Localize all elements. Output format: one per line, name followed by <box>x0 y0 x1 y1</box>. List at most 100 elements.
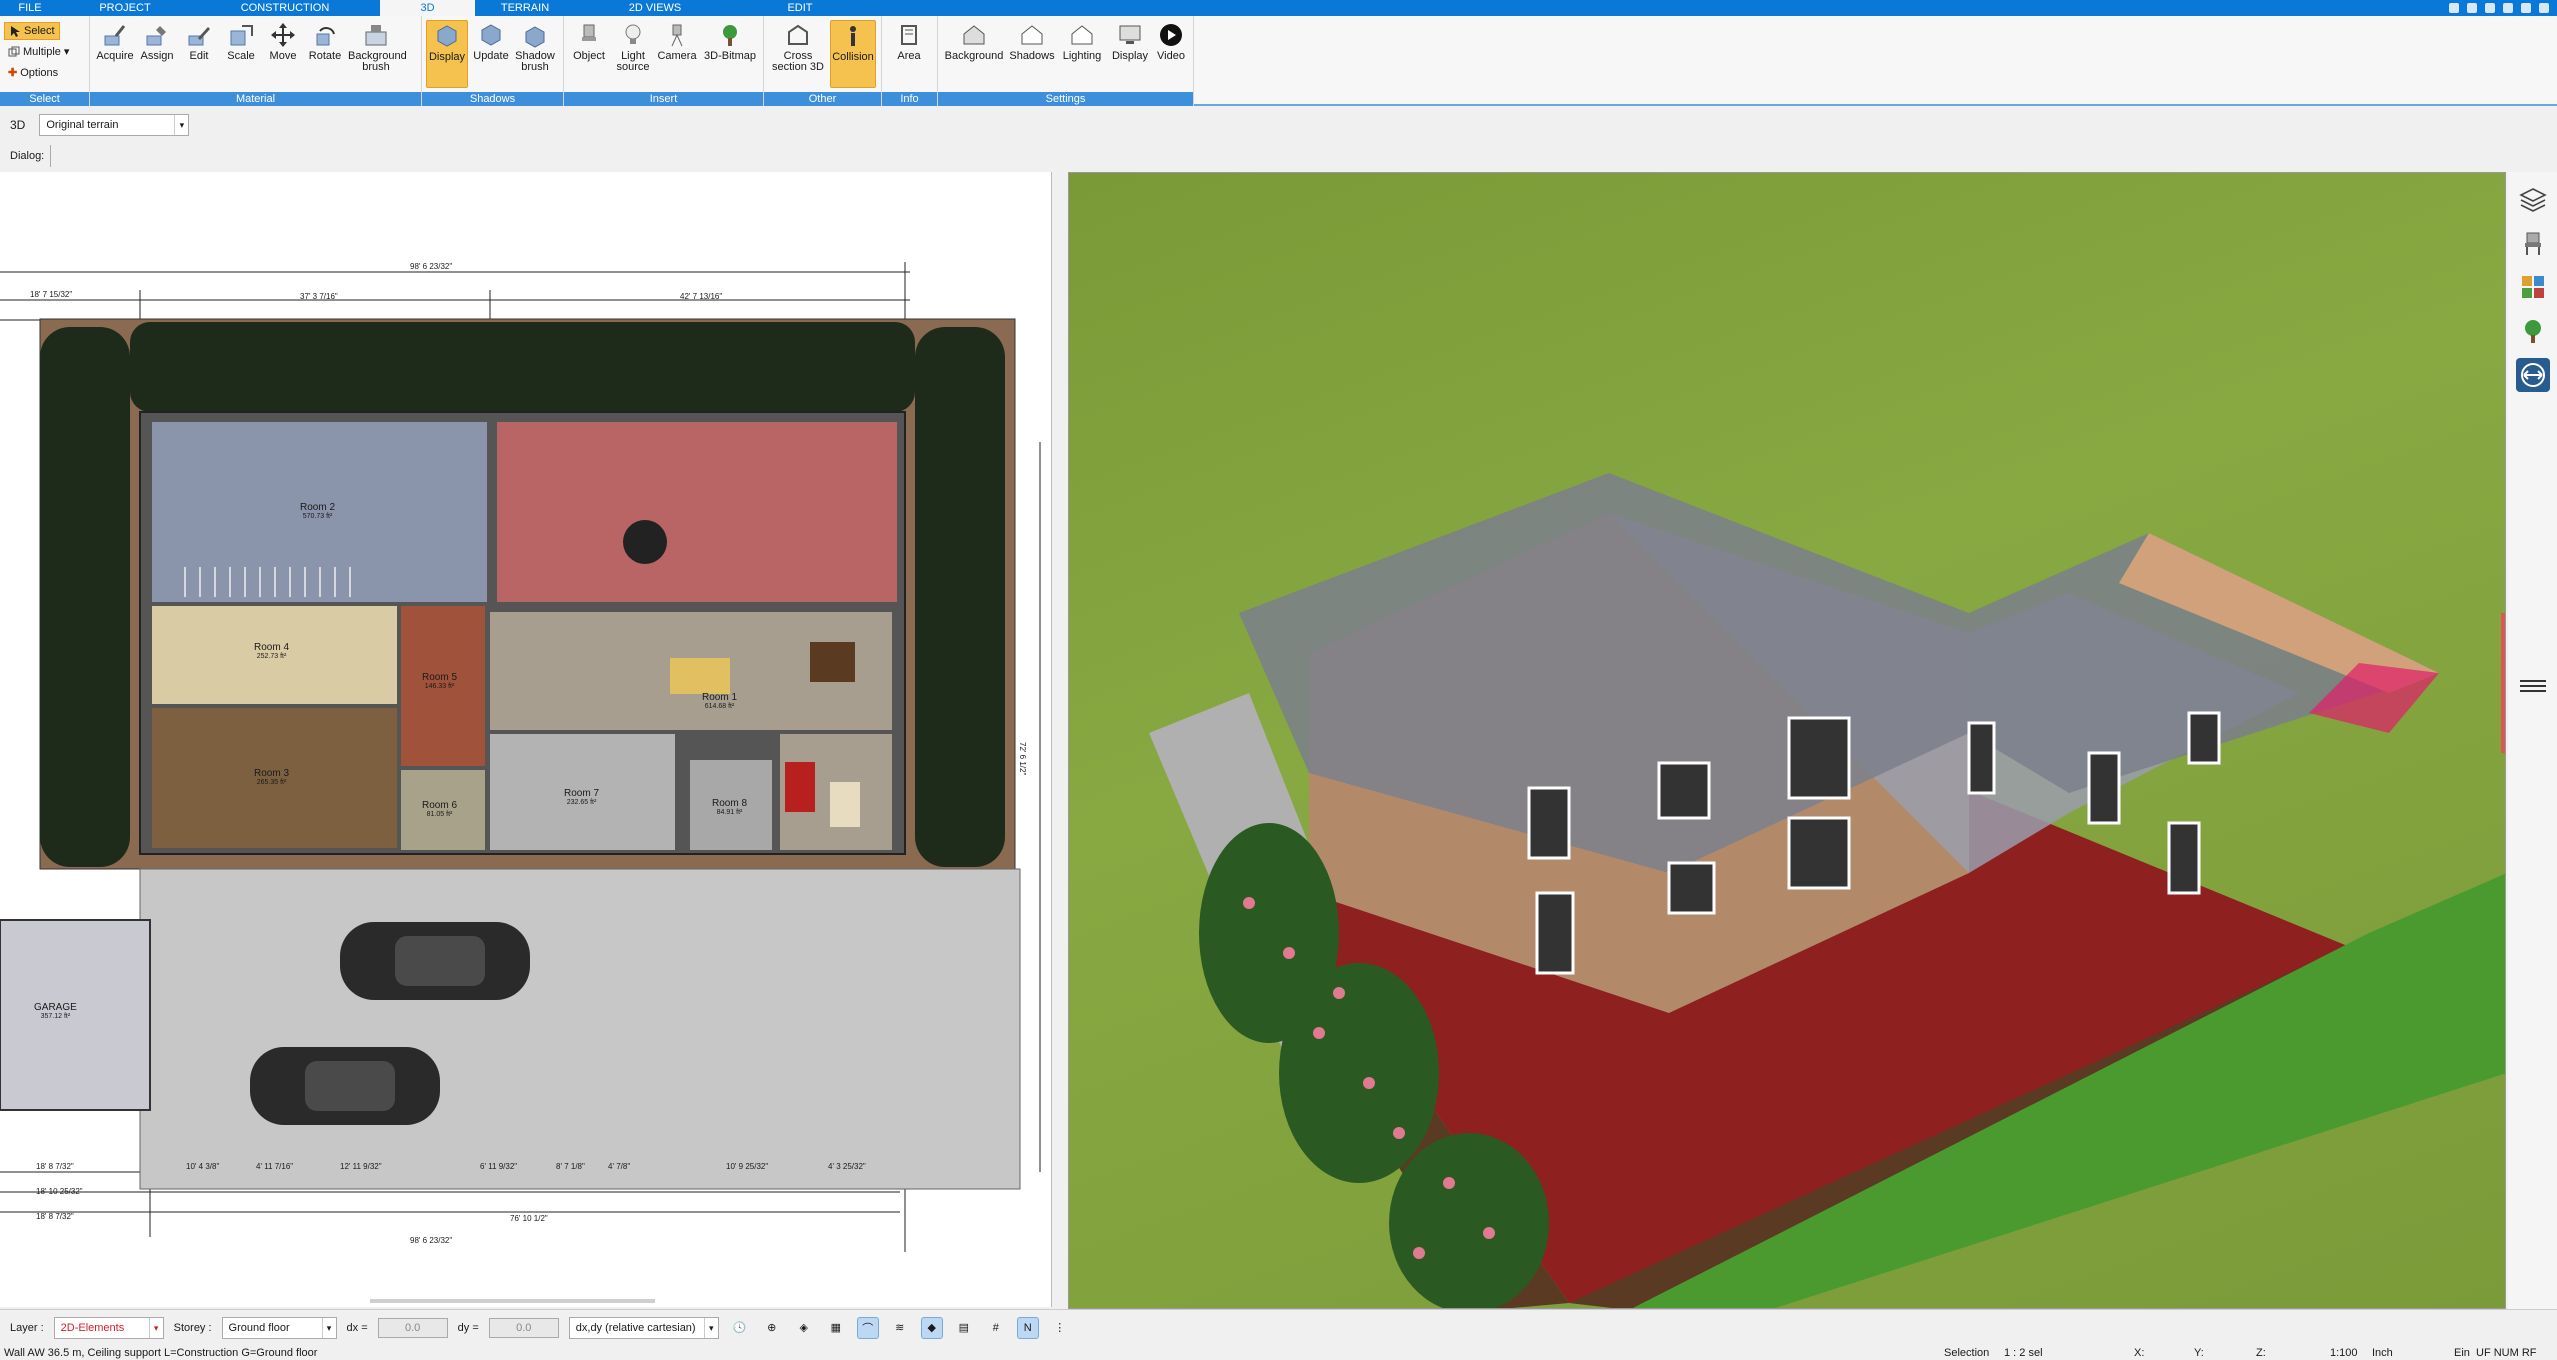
coord-mode-select[interactable]: dx,dy (relative cartesian) ▾ <box>568 1316 719 1339</box>
room-label-garage[interactable]: GARAGE 357.12 ft² <box>34 1002 77 1020</box>
object-label: Object <box>573 50 605 62</box>
video-button[interactable]: Video <box>1152 20 1190 88</box>
background-brush-button[interactable]: Background brush <box>348 20 407 88</box>
z-coord-label: Z: <box>2256 1347 2266 1359</box>
snap-icon[interactable]: ⊕ <box>761 1317 783 1339</box>
tab-file[interactable]: FILE <box>0 0 60 16</box>
terrain-select-value: Original terrain <box>46 119 119 131</box>
chair-icon[interactable] <box>2516 226 2550 260</box>
ortho-icon[interactable]: N <box>1016 1316 1039 1339</box>
materials-icon[interactable] <box>2516 270 2550 304</box>
collision-button[interactable]: Collision <box>830 20 876 88</box>
more-icon[interactable]: ⋮ <box>1049 1317 1071 1339</box>
room-area: 357.12 ft² <box>40 1013 71 1020</box>
tab-edit[interactable]: EDIT <box>735 0 865 16</box>
room-name: Room 2 <box>300 502 336 513</box>
clock-icon[interactable]: 🕓 <box>729 1317 751 1339</box>
room-label-room5[interactable]: Room 5 146.33 ft² <box>422 672 457 690</box>
acquire-button[interactable]: Acquire <box>94 20 136 88</box>
shadow-brush-button[interactable]: Shadow brush <box>514 20 556 88</box>
room-area: 614.68 ft² <box>704 703 735 710</box>
tools-icon[interactable] <box>2449 3 2459 13</box>
room-label-room3[interactable]: Room 3 265.35 ft² <box>254 768 289 786</box>
layers-toggle-icon[interactable]: ◆ <box>920 1316 943 1339</box>
wall-snap-icon[interactable]: ⌒ <box>856 1316 879 1339</box>
room-label-room1[interactable]: Room 1 614.68 ft² <box>702 692 737 710</box>
dim-bottom-seg4: 6' 11 9/32" <box>480 1162 518 1171</box>
floor-plan-view[interactable]: 98' 6 23/32" 18' 7 15/32" 37' 3 7/16" 42… <box>0 172 1052 1307</box>
shadow-update-button[interactable]: Update <box>470 20 512 88</box>
3d-view[interactable] <box>1068 172 2506 1309</box>
insert-camera-button[interactable]: Camera <box>656 20 698 88</box>
insert-object-button[interactable]: Object <box>568 20 610 88</box>
tree-icon <box>723 25 737 46</box>
close-icon[interactable] <box>2539 3 2549 13</box>
hatch-icon[interactable]: ≋ <box>889 1317 911 1339</box>
options-button[interactable]: ✚ Options <box>4 64 62 82</box>
tab-project[interactable]: PROJECT <box>60 0 190 16</box>
cross-section-3d-button[interactable]: Cross section 3D <box>772 20 824 88</box>
dim-top-total: 98' 6 23/32" <box>410 262 453 271</box>
menu-icon[interactable] <box>2508 672 2557 700</box>
room-name: Room 1 <box>702 692 738 703</box>
grid-icon[interactable]: # <box>985 1317 1007 1339</box>
edit-material-button[interactable]: Edit <box>178 20 220 88</box>
move-label: Move <box>269 50 297 62</box>
help-icon[interactable] <box>2503 3 2513 13</box>
dim-bottom-seg8: 4' 3 25/32" <box>828 1162 866 1171</box>
dialog-field[interactable] <box>50 145 70 167</box>
background-label: Background <box>944 50 1004 62</box>
scale-button[interactable]: Scale <box>220 20 262 88</box>
layers-icon[interactable] <box>2516 182 2550 216</box>
tree-icon[interactable] <box>2516 314 2550 348</box>
dim-bottom-seg3: 12' 11 9/32" <box>340 1162 382 1171</box>
person-icon <box>850 26 856 46</box>
area-button[interactable]: Area <box>888 20 930 88</box>
dim-bottom-left1: 18' 8 7/32" <box>36 1162 74 1171</box>
minimize-icon[interactable] <box>2467 3 2477 13</box>
3d-bitmap-label: 3D-Bitmap <box>704 50 756 62</box>
maximize-icon[interactable] <box>2521 3 2531 13</box>
view-option-row: 3D Original terrain ▾ <box>0 108 2557 142</box>
layer-visibility-icon[interactable]: ◈ <box>793 1317 815 1339</box>
dialog-label: Dialog: <box>10 150 45 162</box>
dy-input[interactable]: 0.0 <box>488 1317 559 1338</box>
display-settings-button[interactable]: Display <box>1108 20 1152 88</box>
tab-construction[interactable]: CONSTRUCTION <box>190 0 380 16</box>
insert-3d-bitmap-button[interactable]: 3D-Bitmap <box>702 20 758 88</box>
navigation-icon[interactable] <box>2515 358 2550 392</box>
room-label-room8[interactable]: Room 8 84.91 ft² <box>712 798 747 816</box>
layer-select[interactable]: 2D-Elements ▾ <box>53 1316 164 1339</box>
tab-3d[interactable]: 3D <box>380 0 475 16</box>
background-settings-button[interactable]: Background <box>944 20 1004 88</box>
restore-icon[interactable] <box>2485 3 2495 13</box>
light-source-label: Light source <box>616 50 650 73</box>
room-label-room2[interactable]: Room 2 570.73 ft² <box>300 502 335 520</box>
horizontal-scrollbar[interactable] <box>370 1299 655 1303</box>
room-label-room7[interactable]: Room 7 232.65 ft² <box>564 788 599 806</box>
shadows-settings-button[interactable]: Shadows <box>1008 20 1056 88</box>
storey-select[interactable]: Ground floor ▾ <box>221 1316 337 1339</box>
shadow-display-button[interactable]: Display <box>426 20 468 88</box>
rotate-button[interactable]: Rotate <box>304 20 346 88</box>
room-label-room6[interactable]: Room 6 81.05 ft² <box>422 800 457 818</box>
terrain-select[interactable]: Original terrain ▾ <box>39 114 190 136</box>
multiple-button[interactable]: Multiple ▾ <box>4 43 73 61</box>
tab-terrain[interactable]: TERRAIN <box>475 0 575 16</box>
chevron-down-icon: ▾ <box>321 1317 336 1338</box>
cross-section-icon <box>788 24 808 45</box>
multiple-label: Multiple <box>23 46 61 58</box>
camera-icon <box>671 24 683 47</box>
object-snap-icon[interactable]: ▦ <box>825 1317 847 1339</box>
texture-icon[interactable]: ▤ <box>953 1317 975 1339</box>
assign-button[interactable]: Assign <box>136 20 178 88</box>
insert-light-source-button[interactable]: Light source <box>612 20 654 88</box>
room-label-room4[interactable]: Room 4 252.73 ft² <box>254 642 289 660</box>
collision-label: Collision <box>832 51 874 63</box>
shadow-brush-label: Shadow brush <box>515 50 555 73</box>
move-button[interactable]: Move <box>262 20 304 88</box>
lighting-settings-button[interactable]: Lighting <box>1058 20 1106 88</box>
select-button[interactable]: Select <box>4 22 60 40</box>
tab-2d-views[interactable]: 2D VIEWS <box>575 0 735 16</box>
dx-input[interactable]: 0.0 <box>377 1317 448 1338</box>
